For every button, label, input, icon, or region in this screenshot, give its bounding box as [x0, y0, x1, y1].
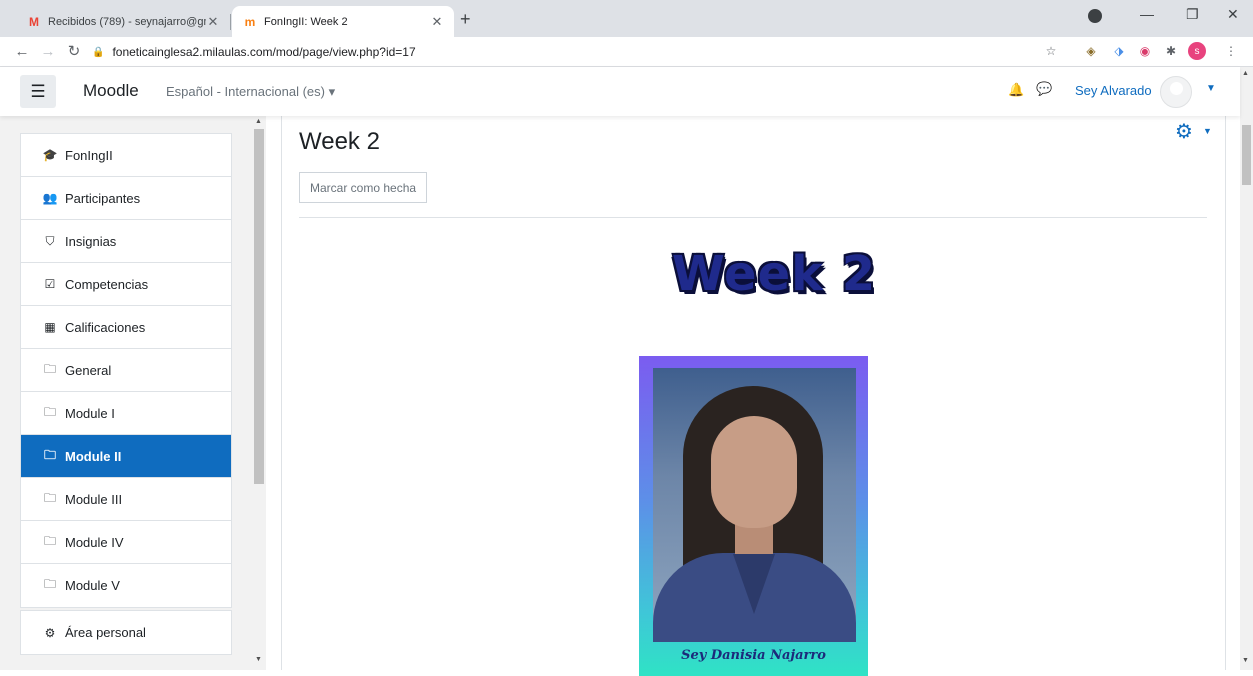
bookmark-star-icon[interactable]: ☆: [1042, 42, 1060, 60]
sidebar-item-label: Module II: [65, 448, 122, 464]
url-field[interactable]: 🔒 foneticainglesa2.milaulas.com/mod/page…: [92, 41, 1072, 63]
user-name-link[interactable]: Sey Alvarado: [1075, 83, 1152, 98]
users-icon: 👥: [42, 191, 58, 205]
sidebar-item-label: General: [65, 362, 112, 378]
sidebar-item-competencias[interactable]: ☑ Competencias: [21, 263, 231, 306]
sidebar-item-label: Module III: [65, 491, 123, 507]
extension-translate-icon[interactable]: ⬗: [1110, 42, 1128, 60]
page-scroll-thumb[interactable]: [1242, 125, 1251, 185]
sidebar-item-module-v[interactable]: 🗀 Module V: [21, 564, 231, 607]
tab-separator: [230, 14, 231, 30]
moodle-navbar: ☰ Moodle Español - Internacional (es) ▾ …: [0, 67, 1240, 116]
sidebar-item-área-personal[interactable]: ⚙ Área personal: [21, 611, 231, 654]
address-bar-row: ← → ↻ 🔒 foneticainglesa2.milaulas.com/mo…: [0, 37, 1253, 67]
folder-icon: 🗀: [43, 533, 56, 548]
gmail-icon: M: [29, 14, 39, 29]
week-heading-image: Week 2: [654, 244, 894, 304]
sidebar-item-module-i[interactable]: 🗀 Module I: [21, 392, 231, 435]
course-nav-list: 🎓 FonIngII 👥 Participantes ⛉ Insignias ☑ Compet…: [20, 133, 232, 608]
drawer-toggle-button[interactable]: ☰: [20, 75, 56, 108]
sidebar-item-module-ii[interactable]: 🗀 Module II: [21, 435, 231, 478]
language-menu[interactable]: Español - Internacional (es) ▾: [166, 84, 335, 100]
sidebar-item-label: Module IV: [65, 534, 124, 550]
new-tab-button[interactable]: +: [460, 9, 471, 30]
sidebar-item-label: Module V: [65, 578, 120, 593]
tab-title: FonIngII: Week 2: [264, 15, 348, 28]
teacher-photo-frame: Sey Danisia Najarro: [639, 356, 868, 676]
media-control-icon[interactable]: [1088, 9, 1102, 23]
messages-chat-icon[interactable]: 💬: [1036, 81, 1052, 97]
navigation-drawer: 🎓 FonIngII 👥 Participantes ⛉ Insignias ☑ Compet…: [0, 116, 266, 670]
close-icon[interactable]: ✕: [430, 14, 444, 30]
folder-icon: 🗀: [43, 447, 56, 462]
forward-button[interactable]: →: [38, 41, 58, 61]
sidebar-item-module-iv[interactable]: 🗀 Module IV: [21, 521, 231, 564]
reload-button[interactable]: ↻: [64, 41, 84, 61]
table-icon: ▦: [44, 320, 56, 334]
drawer-scrollbar[interactable]: ▲ ▼: [252, 116, 266, 670]
url-text: foneticainglesa2.milaulas.com/mod/page/v…: [112, 45, 416, 59]
scroll-down-arrow-icon[interactable]: ▼: [1242, 657, 1249, 664]
sidebar-item-label: Calificaciones: [65, 319, 146, 335]
folder-icon: 🗀: [43, 361, 56, 376]
close-window-button[interactable]: ✕: [1227, 6, 1239, 23]
sidebar-item-general[interactable]: 🗀 General: [21, 349, 231, 392]
moodle-icon: m: [244, 14, 256, 29]
sidebar-item-label: Competencias: [65, 276, 149, 292]
user-menu-chevron-icon[interactable]: ▼: [1206, 83, 1216, 94]
heading-image-text: Week 2: [671, 246, 877, 302]
folder-icon: 🗀: [43, 490, 56, 505]
sidebar-item-insignias[interactable]: ⛉ Insignias: [21, 220, 231, 263]
extension-owl-icon[interactable]: ◈: [1082, 42, 1100, 60]
teacher-portrait-image: [653, 368, 856, 642]
divider: [299, 217, 1207, 218]
profile-avatar[interactable]: s: [1188, 42, 1206, 60]
site-nav-list: ⚙ Área personal: [20, 610, 232, 655]
browser-menu-icon[interactable]: ⋮: [1222, 42, 1240, 60]
mark-as-done-button[interactable]: Marcar como hecha: [299, 172, 428, 203]
browser-tabstrip: M Recibidos (789) - seynajarro@gm ✕ m Fo…: [0, 0, 1253, 37]
scroll-up-arrow-icon[interactable]: ▲: [1242, 70, 1249, 77]
sidebar-item-label: FonIngII: [65, 147, 113, 163]
close-icon[interactable]: ✕: [206, 14, 220, 30]
tachometer-icon: ⚙: [44, 625, 56, 640]
page-content-card: Week 2 ⚙ ▼ Marcar como hecha Week 2 Sey …: [281, 116, 1226, 676]
sidebar-item-foningii[interactable]: 🎓 FonIngII: [21, 134, 231, 177]
user-avatar[interactable]: [1160, 76, 1192, 108]
browser-tab-gmail[interactable]: M Recibidos (789) - seynajarro@gm ✕: [16, 6, 230, 37]
main-region: Week 2 ⚙ ▼ Marcar como hecha Week 2 Sey …: [266, 116, 1240, 676]
sidebar-item-participantes[interactable]: 👥 Participantes: [21, 177, 231, 220]
scroll-up-arrow-icon[interactable]: ▲: [255, 118, 262, 125]
lock-icon: 🔒: [92, 46, 105, 58]
drawer-scroll-thumb[interactable]: [254, 129, 264, 484]
sidebar-item-label: Participantes: [65, 190, 141, 206]
shield-icon: ⛉: [45, 233, 55, 248]
sidebar-item-calificaciones[interactable]: ▦ Calificaciones: [21, 306, 231, 349]
sidebar-item-module-iii[interactable]: 🗀 Module III: [21, 478, 231, 521]
photo-caption: Sey Danisia Najarro: [681, 648, 826, 663]
scroll-down-arrow-icon[interactable]: ▼: [255, 656, 262, 663]
sidebar-item-label: Module I: [65, 405, 115, 421]
page-title: Week 2: [299, 128, 380, 155]
folder-icon: 🗀: [43, 577, 56, 591]
folder-icon: 🗀: [43, 404, 56, 419]
tab-title: Recibidos (789) - seynajarro@gm: [48, 15, 206, 28]
page-scrollbar[interactable]: ▲ ▼: [1240, 67, 1253, 670]
gear-icon[interactable]: ⚙: [1175, 119, 1193, 144]
extensions-puzzle-icon[interactable]: ✱: [1162, 42, 1180, 60]
language-label: Español - Internacional (es): [166, 84, 325, 99]
check-square-icon: ☑: [44, 277, 56, 291]
back-button[interactable]: ←: [12, 41, 32, 61]
site-brand-link[interactable]: Moodle: [83, 81, 139, 101]
graduation-cap-icon: 🎓: [42, 148, 58, 162]
notifications-bell-icon[interactable]: 🔔: [1008, 82, 1024, 98]
minimize-button[interactable]: —: [1140, 6, 1154, 22]
sidebar-item-label: Área personal: [65, 625, 146, 640]
restore-button[interactable]: ❐: [1186, 6, 1199, 23]
extension-color-icon[interactable]: ◉: [1136, 42, 1154, 60]
browser-tab-moodle[interactable]: m FonIngII: Week 2 ✕: [232, 6, 454, 37]
chevron-down-icon[interactable]: ▼: [1203, 126, 1212, 136]
sidebar-item-label: Insignias: [65, 233, 117, 249]
portrait-face-shape: [711, 416, 797, 528]
